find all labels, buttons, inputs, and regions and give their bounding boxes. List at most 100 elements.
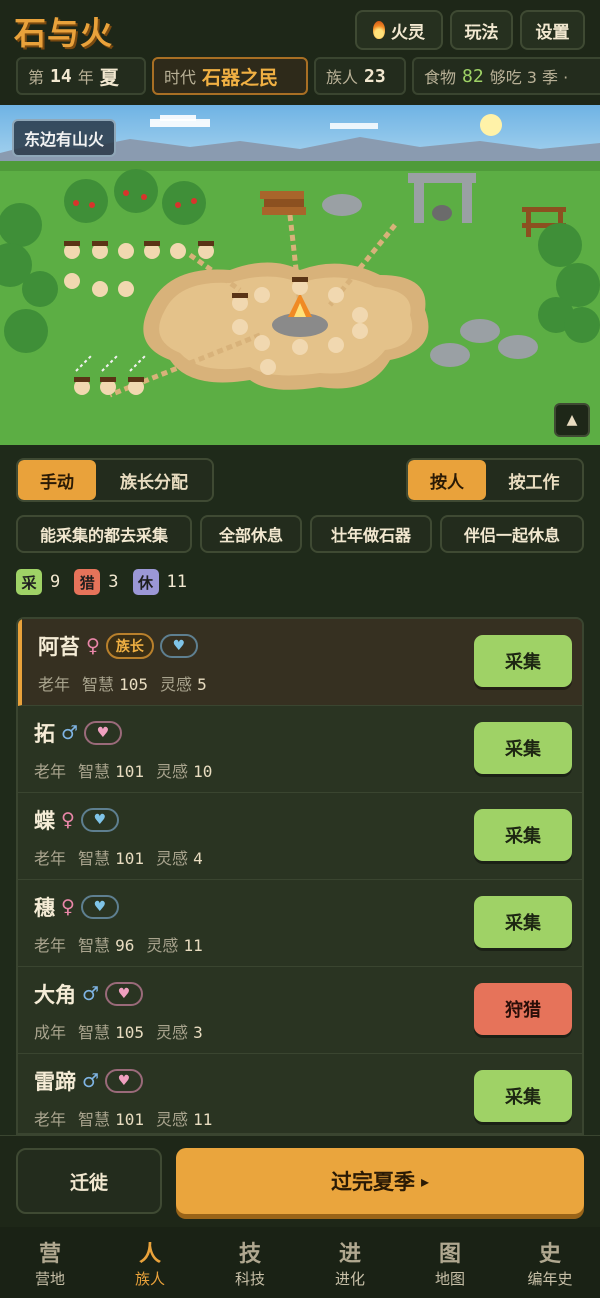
sort-tab-person[interactable]: 按人 [408,460,486,500]
member-age: 成年 [34,1023,67,1042]
insight-value: 5 [197,675,207,694]
wisdom-value: 101 [115,1110,145,1129]
event-tag[interactable]: 东边有山火 [12,119,117,157]
insight-label: 灵感 [146,936,179,955]
nav-tech[interactable]: 技 科技 [200,1227,300,1298]
evolution-icon: 进 [338,1241,361,1267]
member-row[interactable]: 雷蹄 ♂ ♥ 老年 智慧 101 灵感 11 采集 [18,1054,582,1133]
fire-spirit-button[interactable]: 火灵 [355,10,443,50]
quick-all-rest-button[interactable]: 全部休息 [200,515,302,553]
member-stats: 老年 智慧 101 灵感 10 [34,758,212,782]
top-bar: 石与火 火灵 玩法 设置 第 14 年 夏 时代 石器之民 族人 23 食物 8… [0,0,600,105]
insight-label: 灵感 [156,1023,189,1042]
job-button[interactable]: 狩猎 [474,983,572,1035]
member-name-line: 雷蹄 ♂ ♥ [34,1066,144,1096]
flame-icon [373,21,385,39]
member-name: 穗 [34,896,55,920]
job-button[interactable]: 采集 [474,809,572,861]
end-season-button[interactable]: 过完夏季 ▸ [176,1148,584,1214]
job-button[interactable]: 采集 [474,635,572,687]
mode-tab-manual[interactable]: 手动 [18,460,96,500]
wisdom-value: 96 [115,936,135,955]
insight-value: 11 [193,1110,213,1129]
member-stats: 老年 智慧 101 灵感 4 [34,845,203,869]
sort-tab-job[interactable]: 按工作 [486,460,582,500]
member-stats: 老年 智慧 96 灵感 11 [34,932,203,956]
member-age: 老年 [38,675,71,694]
member-row[interactable]: 蝶 ♀ ♥ 老年 智慧 101 灵感 4 采集 [18,793,582,880]
female-icon: ♀ [61,809,75,831]
map-icon: 图 [438,1241,461,1267]
era-value: 石器之民 [202,66,279,89]
member-row[interactable]: 拓 ♂ ♥ 老年 智慧 101 灵感 10 采集 [18,706,582,793]
job-button[interactable]: 采集 [474,722,572,774]
nav-evolution[interactable]: 进 进化 [300,1227,400,1298]
member-stats: 老年 智慧 101 灵感 11 [34,1106,212,1130]
quick-partners-rest-button[interactable]: 伴侣一起休息 [440,515,584,553]
member-age: 老年 [34,762,67,781]
heart-icon[interactable]: ♥ [80,895,119,919]
insight-label: 灵感 [160,675,193,694]
wisdom-label: 智慧 [82,675,115,694]
female-icon: ♀ [86,635,100,657]
era-label: 时代 [164,68,197,87]
insight-label: 灵感 [156,1110,189,1129]
male-icon: ♂ [82,1070,100,1092]
quick-adults-stone-button[interactable]: 壮年做石器 [310,515,432,553]
population-label: 族人 [326,68,359,87]
nav-map[interactable]: 图 地图 [400,1227,500,1298]
nav-label: 科技 [234,1270,265,1288]
bottom-nav: 营 营地 人 族人 技 科技 进 进化 图 地图 史 编年史 [0,1227,600,1298]
tribe-member-list[interactable]: 阿苔 ♀ 族长 ♥ 老年 智慧 105 灵感 5 采集 拓 ♂ ♥ 老年 智慧 … [16,617,584,1135]
chevron-up-icon: ▲ [566,412,578,428]
wisdom-value: 105 [115,1023,145,1042]
member-row[interactable]: 大角 ♂ ♥ 成年 智慧 105 灵感 3 狩猎 [18,967,582,1054]
camp-scene[interactable]: 东边有山火 ▲ [0,105,600,445]
insight-value: 4 [193,849,203,868]
mode-tab-chief[interactable]: 族长分配 [96,460,212,500]
heart-icon[interactable]: ♥ [105,1069,144,1093]
member-row[interactable]: 阿苔 ♀ 族长 ♥ 老年 智慧 105 灵感 5 采集 [18,619,582,706]
nav-people[interactable]: 人 族人 [100,1227,200,1298]
settings-button[interactable]: 设置 [520,10,585,50]
member-age: 老年 [34,936,67,955]
population-value: 23 [364,65,386,87]
insight-label: 灵感 [156,762,189,781]
member-name-line: 拓 ♂ ♥ [34,718,123,748]
nav-label: 营地 [34,1270,65,1288]
member-name: 蝶 [34,809,55,833]
migrate-button[interactable]: 迁徙 [16,1148,162,1214]
nav-camp[interactable]: 营 营地 [0,1227,100,1298]
member-name: 阿苔 [38,635,80,659]
season-value: 夏 [99,66,119,89]
expand-scene-button[interactable]: ▲ [554,403,590,437]
heart-icon[interactable]: ♥ [80,808,119,832]
heart-icon[interactable]: ♥ [105,982,144,1006]
settings-label: 设置 [535,22,570,43]
job-button[interactable]: 采集 [474,896,572,948]
wisdom-label: 智慧 [78,849,111,868]
job-button[interactable]: 采集 [474,1070,572,1122]
male-icon: ♂ [82,983,100,1005]
wisdom-label: 智慧 [78,1110,111,1129]
male-icon: ♂ [61,722,79,744]
wisdom-label: 智慧 [78,762,111,781]
nav-label: 族人 [134,1270,165,1288]
wisdom-label: 智慧 [78,1023,111,1042]
heart-icon[interactable]: ♥ [159,634,198,658]
how-to-play-button[interactable]: 玩法 [450,10,513,50]
quick-all-gather-button[interactable]: 能采集的都去采集 [16,515,192,553]
wisdom-value: 101 [115,762,145,781]
wisdom-value: 101 [115,849,145,868]
camp-icon: 营 [38,1241,61,1267]
member-row[interactable]: 穗 ♀ ♥ 老年 智慧 96 灵感 11 采集 [18,880,582,967]
gather-count: 9 [50,572,61,592]
insight-label: 灵感 [156,849,189,868]
nav-chronicle[interactable]: 史 编年史 [500,1227,600,1298]
food-value: 82 [462,65,484,87]
tech-icon: 技 [238,1241,261,1267]
member-name: 雷蹄 [34,1070,76,1094]
member-name: 拓 [34,722,55,746]
member-name: 大角 [34,983,76,1007]
heart-icon[interactable]: ♥ [84,721,123,745]
